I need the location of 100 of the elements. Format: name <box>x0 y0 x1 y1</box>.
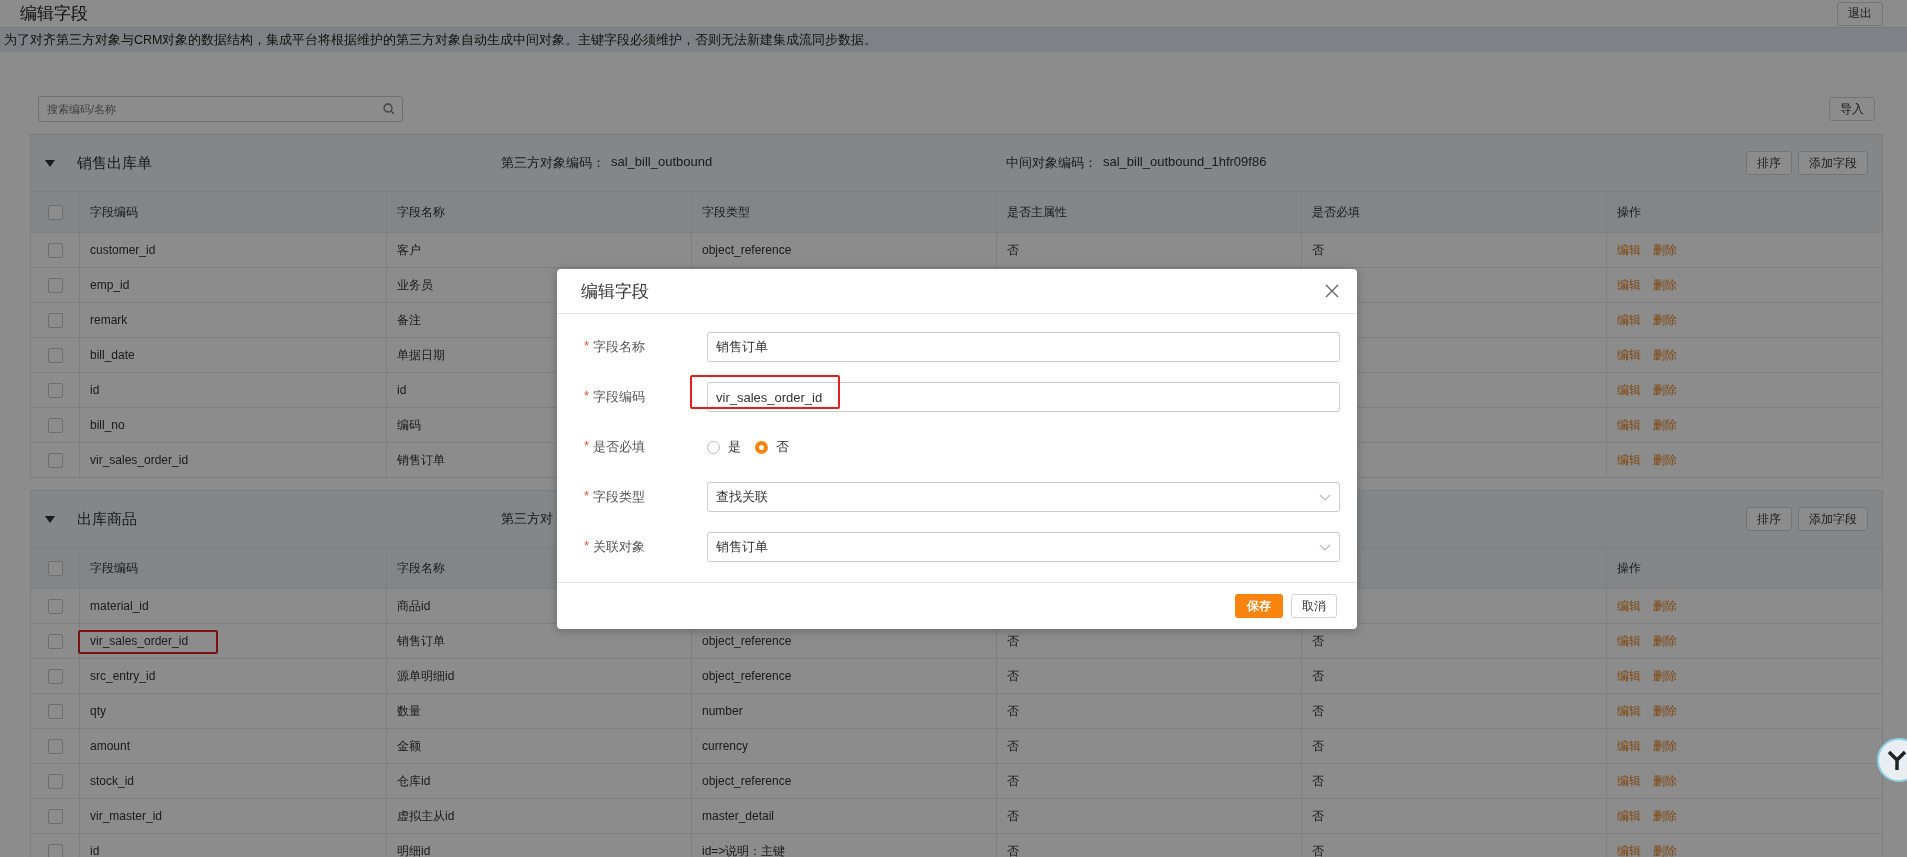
checkbox[interactable] <box>47 598 63 614</box>
action-link[interactable]: 删除 <box>1653 311 1677 329</box>
table-cell: 否 <box>1312 807 1324 825</box>
field-label: 是否必填 <box>593 438 646 456</box>
exit-button[interactable]: 退出 <box>1837 1 1883 26</box>
table-cell: vir_sales_order_id <box>90 453 189 467</box>
action-link[interactable]: 编辑 <box>1617 597 1641 615</box>
required-asterisk: * <box>584 438 590 455</box>
action-link[interactable]: 删除 <box>1653 276 1677 294</box>
action-link[interactable]: 编辑 <box>1617 241 1641 259</box>
table-cell: 销售订单 <box>397 632 445 650</box>
action-link[interactable]: 删除 <box>1653 667 1677 685</box>
chevron-down-icon <box>1319 493 1331 501</box>
close-icon[interactable] <box>1325 284 1339 298</box>
table-cell: 否 <box>1007 772 1019 790</box>
checkbox[interactable] <box>47 668 63 684</box>
table-cell: stock_id <box>90 774 135 788</box>
table-cell: 否 <box>1312 241 1324 259</box>
action-link[interactable]: 编辑 <box>1617 451 1641 469</box>
required-asterisk: * <box>584 338 590 355</box>
action-link[interactable]: 删除 <box>1653 381 1677 399</box>
checkbox[interactable] <box>47 633 63 649</box>
toolbar-button[interactable]: 排序 <box>1746 507 1792 531</box>
action-link[interactable]: 编辑 <box>1617 276 1641 294</box>
table-cell: 数量 <box>397 702 421 720</box>
notice-bar: 为了对齐第三方对象与CRM对象的数据结构，集成平台将根据维护的第三方对象自动生成中间对象。主键字段必须维护，否则无法新建集成流同步数据。 <box>0 28 1907 52</box>
column-header: 操作 <box>1617 559 1641 577</box>
action-link[interactable]: 删除 <box>1653 737 1677 755</box>
checkbox[interactable] <box>47 703 63 719</box>
action-link[interactable]: 编辑 <box>1617 772 1641 790</box>
action-link[interactable]: 编辑 <box>1617 311 1641 329</box>
action-link[interactable]: 删除 <box>1653 632 1677 650</box>
table-cell: currency <box>702 739 748 753</box>
action-link[interactable]: 删除 <box>1653 597 1677 615</box>
checkbox[interactable] <box>47 560 63 576</box>
table-cell: id <box>397 383 407 397</box>
required-asterisk: * <box>584 488 590 505</box>
radio-option[interactable]: 否 <box>755 438 789 456</box>
dialog-title: 编辑字段 <box>581 280 649 303</box>
action-link[interactable]: 编辑 <box>1617 702 1641 720</box>
table-cell: 编码 <box>397 416 421 434</box>
caret-icon[interactable] <box>45 159 55 167</box>
action-link[interactable]: 删除 <box>1653 772 1677 790</box>
field-label: 字段名称 <box>593 338 646 356</box>
checkbox[interactable] <box>47 242 63 258</box>
table-cell: 明细id <box>397 842 431 857</box>
action-link[interactable]: 编辑 <box>1617 667 1641 685</box>
table-cell: vir_sales_order_id <box>90 634 189 648</box>
search-field[interactable]: 搜索编码/名称 <box>38 96 403 122</box>
checkbox[interactable] <box>47 204 63 220</box>
action-link[interactable]: 编辑 <box>1617 737 1641 755</box>
import-button[interactable]: 导入 <box>1829 97 1875 121</box>
action-link[interactable]: 编辑 <box>1617 416 1641 434</box>
checkbox[interactable] <box>47 808 63 824</box>
toolbar-button[interactable]: 添加字段 <box>1798 507 1868 531</box>
action-link[interactable]: 删除 <box>1653 241 1677 259</box>
checkbox[interactable] <box>47 452 63 468</box>
action-link[interactable]: 删除 <box>1653 416 1677 434</box>
cancel-button[interactable]: 取消 <box>1291 594 1337 618</box>
page-title: 编辑字段 <box>20 3 88 25</box>
checkbox[interactable] <box>47 312 63 328</box>
checkbox[interactable] <box>47 773 63 789</box>
caret-icon[interactable] <box>45 515 55 523</box>
table-cell: bill_no <box>90 418 125 432</box>
action-link[interactable]: 编辑 <box>1617 381 1641 399</box>
select-field[interactable]: 查找关联 <box>707 482 1340 512</box>
table-cell: 源单明细id <box>397 667 455 685</box>
action-link[interactable]: 删除 <box>1653 451 1677 469</box>
action-link[interactable]: 删除 <box>1653 807 1677 825</box>
floating-assistant-icon[interactable] <box>1877 738 1907 782</box>
action-link[interactable]: 编辑 <box>1617 632 1641 650</box>
checkbox[interactable] <box>47 738 63 754</box>
radio-option[interactable]: 是 <box>707 438 741 456</box>
input-field[interactable]: vir_sales_order_id <box>707 382 1340 412</box>
checkbox[interactable] <box>47 277 63 293</box>
table-cell: 否 <box>1007 702 1019 720</box>
toolbar-button[interactable]: 排序 <box>1746 151 1792 175</box>
table-cell: 客户 <box>397 241 421 259</box>
action-link[interactable]: 删除 <box>1653 842 1677 857</box>
table-cell: 备注 <box>397 311 421 329</box>
save-button[interactable]: 保存 <box>1235 594 1283 618</box>
action-link[interactable]: 删除 <box>1653 702 1677 720</box>
column-header: 字段名称 <box>397 203 445 221</box>
table-cell: 金额 <box>397 737 421 755</box>
action-link[interactable]: 编辑 <box>1617 842 1641 857</box>
toolbar-button[interactable]: 添加字段 <box>1798 151 1868 175</box>
checkbox[interactable] <box>47 347 63 363</box>
select-field[interactable]: 销售订单 <box>707 532 1340 562</box>
checkbox[interactable] <box>47 843 63 857</box>
field-label: 关联对象 <box>593 538 646 556</box>
action-link[interactable]: 编辑 <box>1617 346 1641 364</box>
checkbox[interactable] <box>47 417 63 433</box>
table-cell: 否 <box>1007 667 1019 685</box>
action-link[interactable]: 删除 <box>1653 346 1677 364</box>
checkbox[interactable] <box>47 382 63 398</box>
object-code-label: 第三方对 <box>501 510 553 528</box>
input-field[interactable]: 销售订单 <box>707 332 1340 362</box>
search-icon[interactable] <box>383 103 395 115</box>
action-link[interactable]: 编辑 <box>1617 807 1641 825</box>
column-header: 字段名称 <box>397 559 445 577</box>
